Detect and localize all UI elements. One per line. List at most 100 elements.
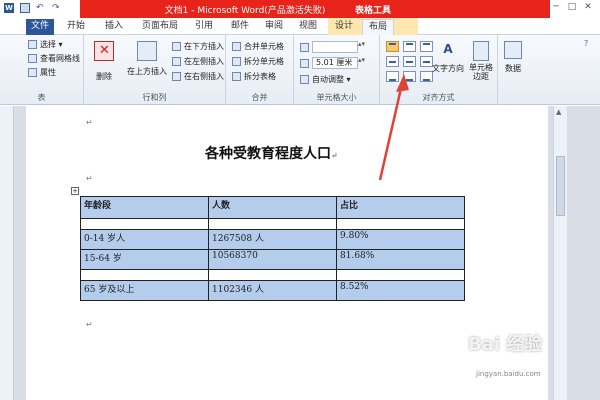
tab-view[interactable]: 视图	[294, 19, 322, 35]
table-header-cell[interactable]: 人数	[208, 196, 337, 219]
table-cell[interactable]: 8.52%	[336, 280, 465, 301]
window-controls: ─ □ ✕	[548, 0, 596, 14]
insert-right-label: 在右侧插入	[184, 72, 224, 81]
align-middle-center-button[interactable]	[403, 56, 416, 67]
autofit-icon	[300, 75, 309, 84]
tab-layout[interactable]: 布局	[362, 19, 394, 35]
cell-margins-label: 单元格 边距	[469, 63, 493, 81]
align-middle-left-button[interactable]	[386, 56, 399, 67]
quick-access-toolbar: W ↶ ↷	[4, 3, 62, 13]
close-button[interactable]: ✕	[580, 0, 596, 14]
scrollbar-thumb[interactable]	[556, 156, 565, 216]
vertical-ruler	[0, 106, 14, 400]
table-group: 选择 ▾ 查看网格线 属性 表	[0, 35, 84, 105]
table-cell[interactable]: 1102346 人	[208, 280, 337, 301]
delete-button[interactable]: 删除	[92, 41, 116, 82]
row-height-spinner-icon[interactable]: ▴▾	[358, 40, 365, 48]
split-table-button[interactable]: 拆分表格	[232, 71, 276, 82]
table-spacer-row	[80, 269, 465, 281]
table-header-row: 年龄段 人数 占比	[80, 196, 465, 219]
insert-below-button[interactable]: 在下方插入	[172, 41, 224, 52]
data-icon	[504, 41, 522, 59]
merge-cells-icon	[232, 42, 241, 51]
column-width-spinner-icon[interactable]: ▴▾	[358, 56, 365, 64]
table-cell[interactable]: 65 岁及以上	[80, 280, 209, 301]
vertical-scrollbar[interactable]: ▲	[553, 106, 567, 400]
text-direction-label: 文字方向	[432, 64, 464, 73]
redo-icon[interactable]: ↷	[52, 3, 62, 13]
tab-insert[interactable]: 插入	[100, 19, 128, 35]
cell-size-group: ▴▾ 5.01 厘米 ▴▾ 自动调整 ▾ 单元格大小	[294, 35, 380, 105]
cell-margins-button[interactable]: 单元格 边距	[466, 41, 496, 81]
table-cell[interactable]: 15-64 岁	[80, 249, 209, 270]
text-direction-button[interactable]: A 文字方向	[432, 41, 464, 74]
autofit-label: 自动调整 ▾	[312, 75, 351, 84]
column-width-field[interactable]: 5.01 厘米	[312, 57, 358, 69]
align-bottom-left-button[interactable]	[386, 71, 399, 82]
insert-below-icon	[172, 42, 181, 51]
row-height-field[interactable]	[312, 41, 358, 53]
tab-home[interactable]: 开始	[62, 19, 90, 35]
table-group-label: 表	[37, 93, 46, 102]
data-button[interactable]: 数据	[502, 41, 524, 74]
align-top-center-button[interactable]	[403, 41, 416, 52]
document-title-text: 各种受教育程度人口	[205, 146, 331, 162]
tab-review[interactable]: 审阅	[260, 19, 288, 35]
table-cell[interactable]: 10568370	[208, 249, 337, 270]
split-cells-button[interactable]: 拆分单元格	[232, 56, 284, 67]
table-cell[interactable]: 9.80%	[336, 229, 465, 250]
properties-icon	[28, 68, 37, 77]
table-row: 0-14 岁人 1267508 人 9.80%	[80, 229, 465, 250]
data-label: 数据	[505, 64, 521, 73]
insert-right-button[interactable]: 在右侧插入	[172, 71, 224, 82]
align-bottom-center-button[interactable]	[403, 71, 416, 82]
table-cell[interactable]: 81.68%	[336, 249, 465, 270]
split-table-label: 拆分表格	[244, 72, 276, 81]
tab-page-layout[interactable]: 页面布局	[138, 19, 182, 35]
delete-icon	[94, 41, 114, 61]
tab-file[interactable]: 文件	[26, 19, 54, 35]
table-tools-label: 表格工具	[354, 6, 391, 16]
view-gridlines-button[interactable]: 查看网格线	[28, 53, 80, 64]
insert-above-label: 在上方插入	[127, 67, 167, 76]
paragraph-mark: ↵	[331, 150, 338, 160]
insert-above-button[interactable]: 在上方插入	[124, 41, 170, 77]
split-table-icon	[232, 72, 241, 81]
paragraph-mark: ↵	[86, 320, 93, 329]
text-direction-icon: A	[443, 42, 453, 56]
table-cell[interactable]: 1267508 人	[208, 229, 337, 250]
table-cell[interactable]: 0-14 岁人	[80, 229, 209, 250]
table-move-handle-icon[interactable]: +	[71, 187, 79, 195]
table-header-cell[interactable]: 占比	[336, 196, 465, 219]
insert-left-button[interactable]: 在左侧插入	[172, 56, 224, 67]
undo-icon[interactable]: ↶	[36, 3, 46, 13]
properties-button[interactable]: 属性	[28, 67, 56, 78]
tab-mailings[interactable]: 邮件	[226, 19, 254, 35]
insert-above-icon	[137, 41, 157, 61]
word-app-icon[interactable]: W	[4, 3, 14, 13]
tab-design[interactable]: 设计	[330, 19, 358, 35]
tab-references[interactable]: 引用	[190, 19, 218, 35]
autofit-button[interactable]: 自动调整 ▾	[300, 74, 351, 85]
split-cells-icon	[232, 57, 241, 66]
table-row: 65 岁及以上 1102346 人 8.52%	[80, 280, 465, 301]
merge-cells-button[interactable]: 合并单元格	[232, 41, 284, 52]
split-cells-label: 拆分单元格	[244, 57, 284, 66]
watermark-logo: Bai 经验	[468, 334, 543, 355]
save-icon[interactable]	[20, 3, 30, 13]
table-header-cell[interactable]: 年龄段	[80, 196, 209, 219]
insert-left-label: 在左侧插入	[184, 57, 224, 66]
row-height-icon	[300, 43, 309, 52]
help-icon[interactable]: ?	[584, 39, 588, 48]
scroll-up-icon[interactable]: ▲	[556, 108, 561, 116]
select-button[interactable]: 选择 ▾	[28, 39, 63, 50]
data-group: 数据	[498, 35, 528, 105]
paragraph-mark: ↵	[86, 118, 93, 127]
minimize-button[interactable]: ─	[548, 0, 564, 14]
document-title[interactable]: 各种受教育程度人口↵	[205, 143, 338, 163]
paragraph-mark: ↵	[86, 174, 93, 183]
data-table[interactable]: 年龄段 人数 占比 0-14 岁人 1267508 人 9.80% 15-64 …	[80, 196, 465, 301]
maximize-button[interactable]: □	[564, 0, 580, 14]
watermark-url: jingyan.baidu.com	[476, 370, 541, 378]
align-top-left-button[interactable]	[386, 41, 399, 52]
